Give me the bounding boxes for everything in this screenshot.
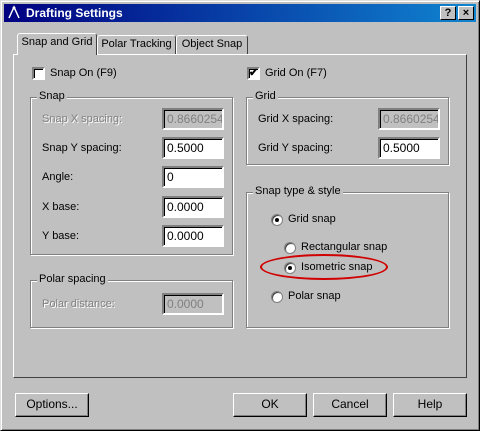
snap-x-spacing-label: Snap X spacing: [42, 113, 123, 125]
cancel-label: Cancel [331, 397, 369, 411]
rectangular-snap-label[interactable]: Rectangular snap [301, 241, 387, 253]
polar-snap-radio[interactable] [271, 291, 283, 303]
isometric-highlight-ellipse [260, 254, 388, 280]
help-label: Help [417, 397, 443, 411]
y-base-label: Y base: [42, 230, 80, 242]
snap-on-checkbox[interactable] [32, 67, 45, 80]
tab-label: Object Snap [181, 38, 243, 50]
grid-group-title: Grid [253, 90, 278, 102]
grid-x-spacing-field: 0.86602540 [378, 108, 440, 130]
tab-object-snap[interactable]: Object Snap [176, 35, 248, 54]
ok-button[interactable]: OK [233, 393, 307, 417]
check-mark-icon: ✔ [249, 67, 259, 79]
snap-y-spacing-label: Snap Y spacing: [42, 142, 122, 154]
close-title-button[interactable]: × [458, 6, 474, 20]
help-title-button[interactable]: ? [440, 6, 456, 20]
grid-snap-radio[interactable] [271, 214, 283, 226]
polar-spacing-title: Polar spacing [37, 273, 108, 285]
tab-snap-and-grid[interactable]: Snap and Grid [17, 33, 97, 55]
grid-on-label[interactable]: Grid On (F7) [265, 67, 327, 79]
angle-field[interactable]: 0 [162, 166, 224, 188]
polar-snap-label[interactable]: Polar snap [288, 290, 341, 302]
grid-x-spacing-label: Grid X spacing: [258, 113, 334, 125]
options-button[interactable]: Options... [15, 393, 89, 417]
options-label: Options... [26, 397, 78, 411]
tab-polar-tracking[interactable]: Polar Tracking [97, 35, 176, 54]
title-bar[interactable]: Drafting Settings ? × [4, 4, 476, 22]
x-base-field[interactable]: 0.0000 [162, 196, 224, 218]
grid-y-spacing-label: Grid Y spacing: [258, 142, 333, 154]
tab-panel: Snap On (F9) ✔ Grid On (F7) Snap Snap X … [13, 54, 467, 378]
polar-distance-field: 0.0000 [162, 293, 224, 315]
rectangular-snap-radio[interactable] [284, 242, 296, 254]
grid-y-spacing-field[interactable]: 0.5000 [378, 137, 440, 159]
y-base-field[interactable]: 0.0000 [162, 225, 224, 247]
x-base-label: X base: [42, 201, 80, 213]
snap-on-label[interactable]: Snap On (F9) [50, 67, 117, 79]
angle-label: Angle: [42, 171, 74, 183]
window-title: Drafting Settings [26, 6, 123, 20]
snap-y-spacing-field[interactable]: 0.5000 [162, 137, 224, 159]
app-icon [8, 5, 20, 19]
grid-snap-label[interactable]: Grid snap [288, 213, 336, 225]
grid-on-checkbox[interactable]: ✔ [247, 67, 260, 80]
snap-group-title: Snap [37, 90, 67, 102]
tab-label: Snap and Grid [21, 36, 93, 48]
snap-type-title: Snap type & style [253, 185, 343, 197]
snap-x-spacing-field: 0.86602540 [162, 108, 224, 130]
polar-distance-label: Polar distance: [42, 298, 115, 310]
help-button[interactable]: Help [393, 393, 467, 417]
tab-label: Polar Tracking [101, 38, 172, 50]
ok-label: OK [261, 397, 279, 411]
cancel-button[interactable]: Cancel [313, 393, 387, 417]
